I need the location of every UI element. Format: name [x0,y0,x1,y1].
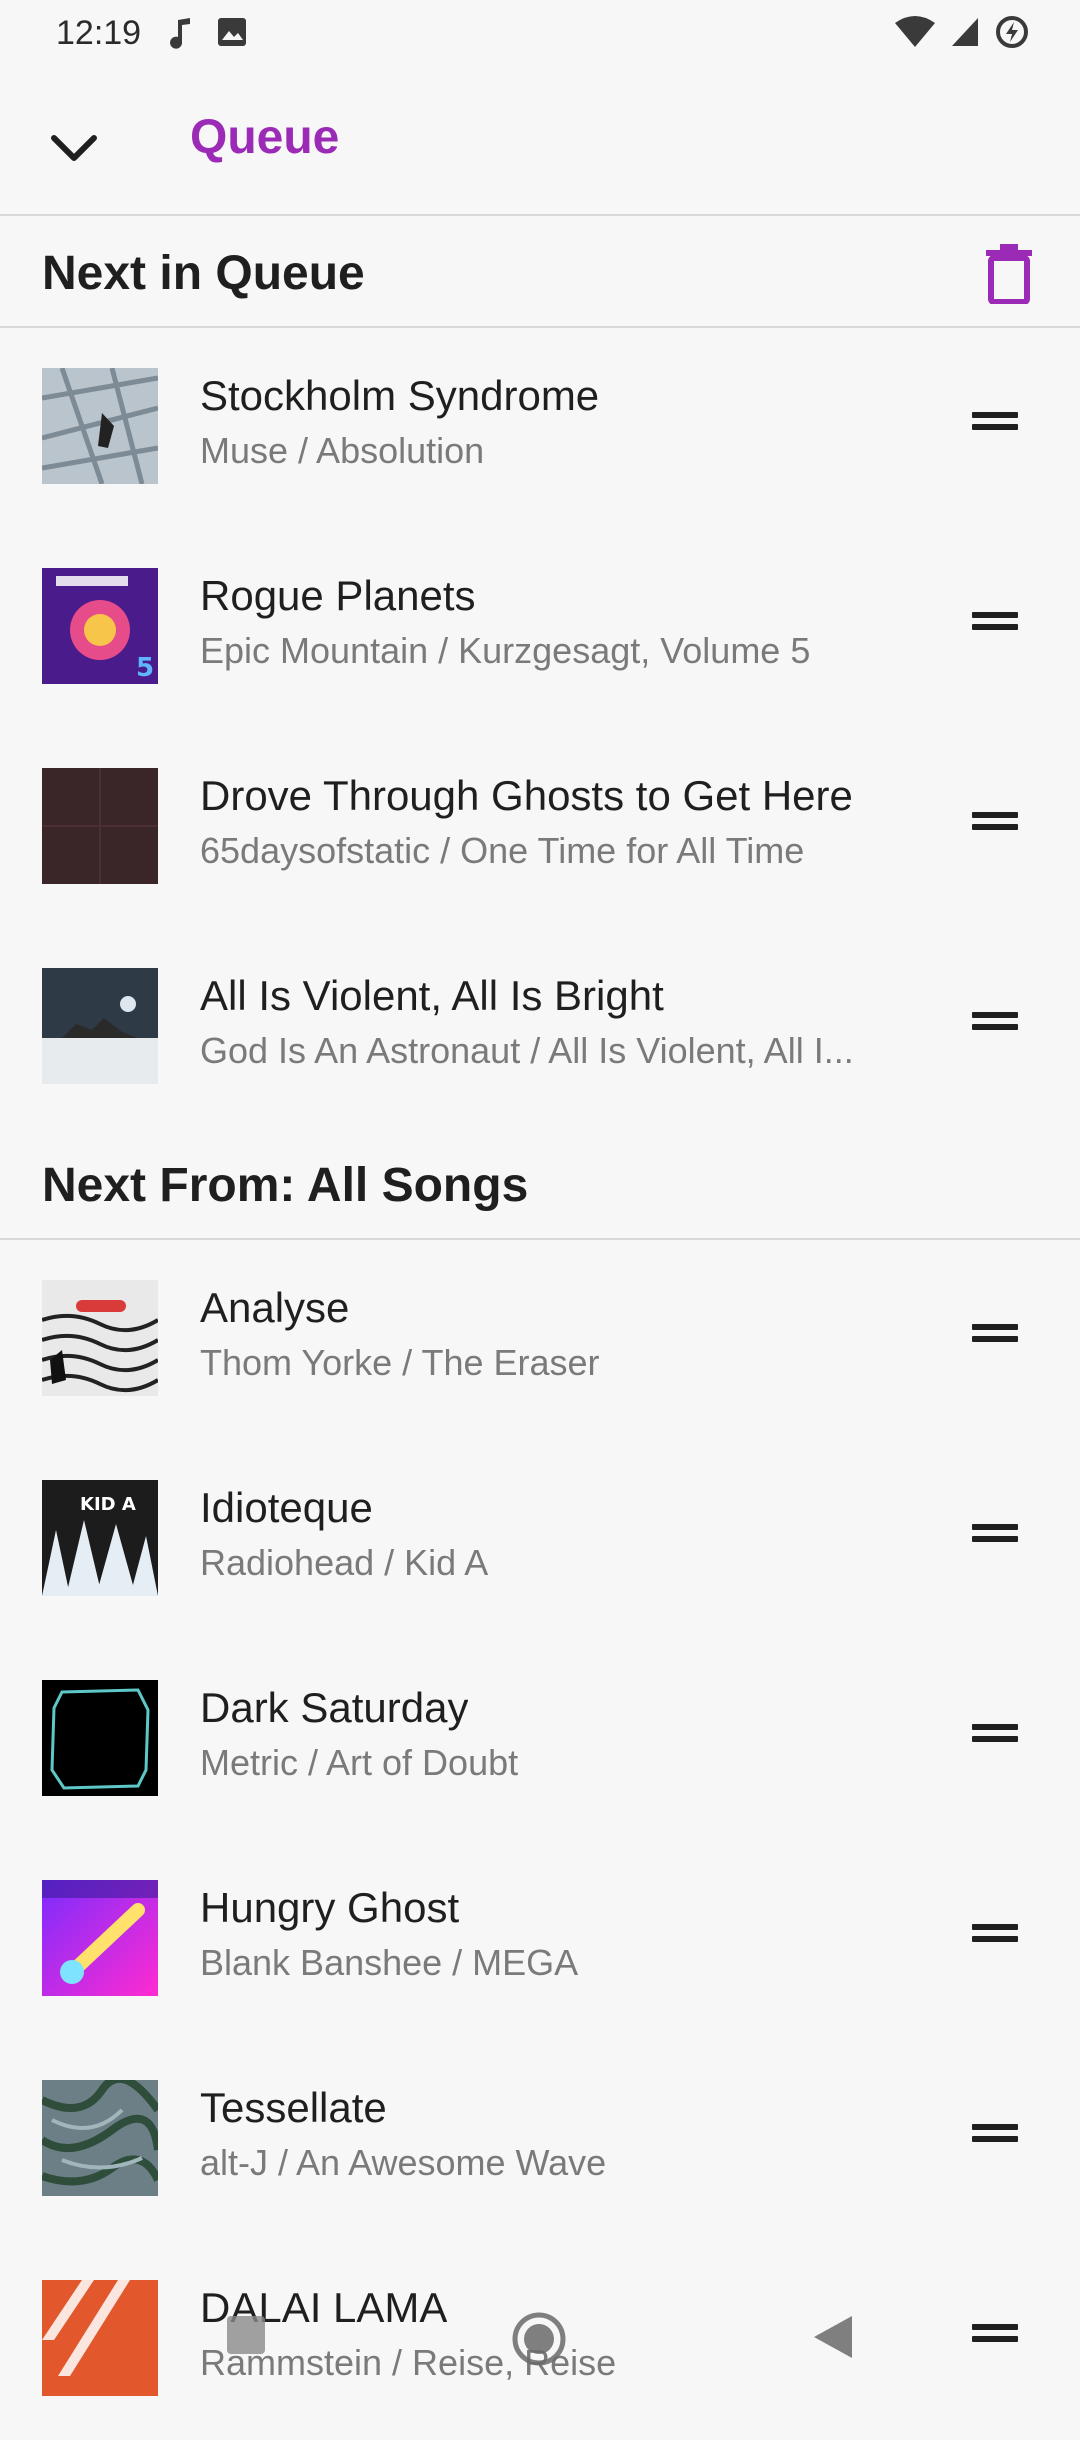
song-subtitle: 65daysofstatic / One Time for All Time [200,830,805,871]
song-subtitle: alt-J / An Awesome Wave [200,2142,607,2183]
drag-handle-icon[interactable] [972,1008,1018,1034]
chevron-down-icon[interactable] [44,118,104,178]
svg-text:5: 5 [136,653,154,683]
album-art-mega [42,1880,158,1996]
section-title: Next From: All Songs [42,1159,529,1212]
song-title: Dark Saturday [200,1684,469,1731]
section-header-next-from: Next From: All Songs [0,1130,1080,1240]
song-title: Analyse [200,1284,350,1331]
app-bar: Queue [0,66,1080,216]
song-title: Hungry Ghost [200,1884,460,1931]
drag-handle-icon[interactable] [972,408,1018,434]
queue-item[interactable]: Stockholm Syndrome Muse / Absolution [0,328,1080,528]
notification-icons [168,16,248,50]
queue-item[interactable]: All Is Violent, All Is Bright God Is An … [0,928,1080,1128]
music-note-icon [170,18,190,49]
system-nav-bar [0,2290,1080,2400]
album-art-kurzgesagt: 5 [42,568,158,684]
drag-handle-icon[interactable] [972,1520,1018,1546]
song-subtitle: Epic Mountain / Kurzgesagt, Volume 5 [200,630,811,671]
drag-handle-icon[interactable] [972,1920,1018,1946]
album-art-kida: KID A [42,1480,158,1596]
queue-item[interactable]: KID A Idioteque Radiohead / Kid A [0,1440,1080,1640]
section-title: Next in Queue [42,247,365,300]
page-title: Queue [190,111,340,164]
song-subtitle: Muse / Absolution [200,430,485,471]
status-bar: 12:19 [0,0,1080,66]
image-icon [218,18,246,46]
album-art-allisviolent [42,968,158,1084]
queue-item[interactable]: Dark Saturday Metric / Art of Doubt [0,1640,1080,1840]
drag-handle-icon[interactable] [972,1720,1018,1746]
album-art-artofdoubt [42,1680,158,1796]
status-time: 12:19 [56,14,142,52]
queue-item[interactable]: Hungry Ghost Blank Banshee / MEGA [0,1840,1080,2040]
drag-handle-icon[interactable] [972,808,1018,834]
home-icon[interactable] [512,2312,566,2366]
queue-item[interactable]: Tessellate alt-J / An Awesome Wave [0,2040,1080,2240]
album-art-awesomewave [42,2080,158,2196]
album-art-absolution [42,368,158,484]
wifi-icon [895,16,935,47]
album-art-eraser [42,1280,158,1396]
song-subtitle: Metric / Art of Doubt [200,1742,519,1783]
queue-item[interactable]: Drove Through Ghosts to Get Here 65dayso… [0,728,1080,928]
song-subtitle: Blank Banshee / MEGA [200,1942,579,1983]
back-icon[interactable] [808,2312,858,2362]
drag-handle-icon[interactable] [972,608,1018,634]
system-icons [894,14,1030,50]
song-subtitle: God Is An Astronaut / All Is Violent, Al… [200,1030,854,1071]
song-title: Drove Through Ghosts to Get Here [200,772,853,819]
song-title: Stockholm Syndrome [200,372,600,419]
song-title: Rogue Planets [200,572,476,619]
queue-item[interactable]: Analyse Thom Yorke / The Eraser [0,1240,1080,1440]
song-title: Idioteque [200,1484,373,1531]
song-title: Tessellate [200,2084,387,2131]
drag-handle-icon[interactable] [972,2120,1018,2146]
recents-icon[interactable] [227,2316,265,2354]
battery-saver-icon [996,16,1028,48]
album-art-onetime [42,768,158,884]
song-subtitle: Radiohead / Kid A [200,1542,489,1583]
song-title: All Is Violent, All Is Bright [200,972,664,1019]
svg-text:KID A: KID A [80,1494,136,1515]
song-subtitle: Thom Yorke / The Eraser [200,1342,600,1383]
trash-icon[interactable] [982,244,1036,304]
section-header-next-in-queue: Next in Queue [0,218,1080,328]
drag-handle-icon[interactable] [972,1320,1018,1346]
signal-icon [952,18,978,46]
queue-item[interactable]: 5 Rogue Planets Epic Mountain / Kurzgesa… [0,528,1080,728]
